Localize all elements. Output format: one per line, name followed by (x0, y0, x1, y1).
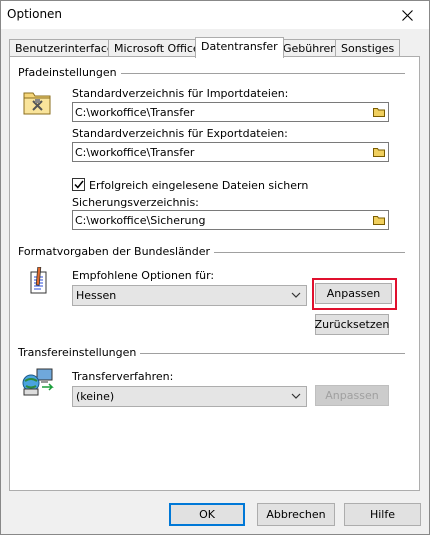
format-group-label: Formatvorgaben der Bundesländer (18, 245, 215, 258)
cancel-button[interactable]: Abbrechen (257, 503, 335, 526)
transfer-method-value: (keine) (76, 390, 115, 403)
options-dialog: Optionen Benutzerinterface Microsoft Off… (0, 0, 430, 535)
chevron-down-icon (291, 393, 301, 399)
close-icon (401, 9, 413, 21)
import-dir-field[interactable]: C:\workoffice\Transfer (72, 102, 389, 122)
tab-benutzerinterface[interactable]: Benutzerinterface (9, 39, 120, 57)
title-bar: Optionen (1, 1, 429, 29)
state-select-value: Hessen (76, 289, 117, 302)
tab-microsoft-office[interactable]: Microsoft Office (108, 39, 206, 57)
backup-dir-value: C:\workoffice\Sicherung (75, 214, 206, 227)
format-group-line (195, 252, 405, 253)
folder-icon (373, 216, 385, 225)
paths-group-line (105, 73, 405, 74)
folder-settings-icon (23, 92, 51, 115)
backup-browse-button[interactable] (371, 212, 387, 228)
close-button[interactable] (385, 1, 429, 29)
help-button[interactable]: Hilfe (344, 503, 421, 526)
chevron-down-icon (291, 292, 301, 298)
checkmark-icon (73, 180, 84, 189)
export-dir-field[interactable]: C:\workoffice\Transfer (72, 142, 389, 162)
ok-button[interactable]: OK (169, 503, 245, 526)
options-for-label: Empfohlene Optionen für: (72, 269, 215, 282)
transfer-method-label: Transferverfahren: (72, 370, 174, 383)
folder-icon (373, 108, 385, 117)
export-browse-button[interactable] (371, 144, 387, 160)
import-dir-value: C:\workoffice\Transfer (75, 106, 195, 119)
transfer-method-select[interactable]: (keine) (72, 386, 307, 407)
format-reset-button[interactable]: Zurücksetzen (315, 314, 389, 335)
tab-strip: Benutzerinterface Microsoft Office Daten… (9, 37, 419, 58)
folder-icon (373, 148, 385, 157)
tab-gebuehren[interactable]: Gebühren (277, 39, 344, 57)
import-browse-button[interactable] (371, 104, 387, 120)
state-select[interactable]: Hessen (72, 285, 307, 306)
transfer-group-label: Transfereinstellungen (18, 346, 141, 359)
document-pen-icon (30, 267, 47, 294)
backup-dir-field[interactable]: C:\workoffice\Sicherung (72, 210, 389, 230)
transfer-customize-button[interactable]: Anpassen (315, 385, 389, 406)
backup-checkbox[interactable] (72, 178, 85, 191)
window-title: Optionen (7, 7, 63, 21)
tab-sonstiges[interactable]: Sonstiges (335, 39, 401, 57)
datentransfer-panel: Pfadeinstellungen Standardverzeichnis fü… (9, 56, 420, 491)
backup-checkbox-label: Erfolgreich eingelesene Dateien sichern (89, 179, 309, 192)
backup-dir-label: Sicherungsverzeichnis: (72, 196, 199, 209)
network-transfer-icon (22, 368, 54, 396)
transfer-group-line (132, 353, 405, 354)
paths-group-label: Pfadeinstellungen (18, 66, 121, 79)
export-dir-label: Standardverzeichnis für Exportdateien: (72, 127, 288, 140)
tab-datentransfer[interactable]: Datentransfer (195, 37, 284, 58)
format-customize-button[interactable]: Anpassen (315, 283, 392, 304)
export-dir-value: C:\workoffice\Transfer (75, 146, 195, 159)
import-dir-label: Standardverzeichnis für Importdateien: (72, 87, 289, 100)
